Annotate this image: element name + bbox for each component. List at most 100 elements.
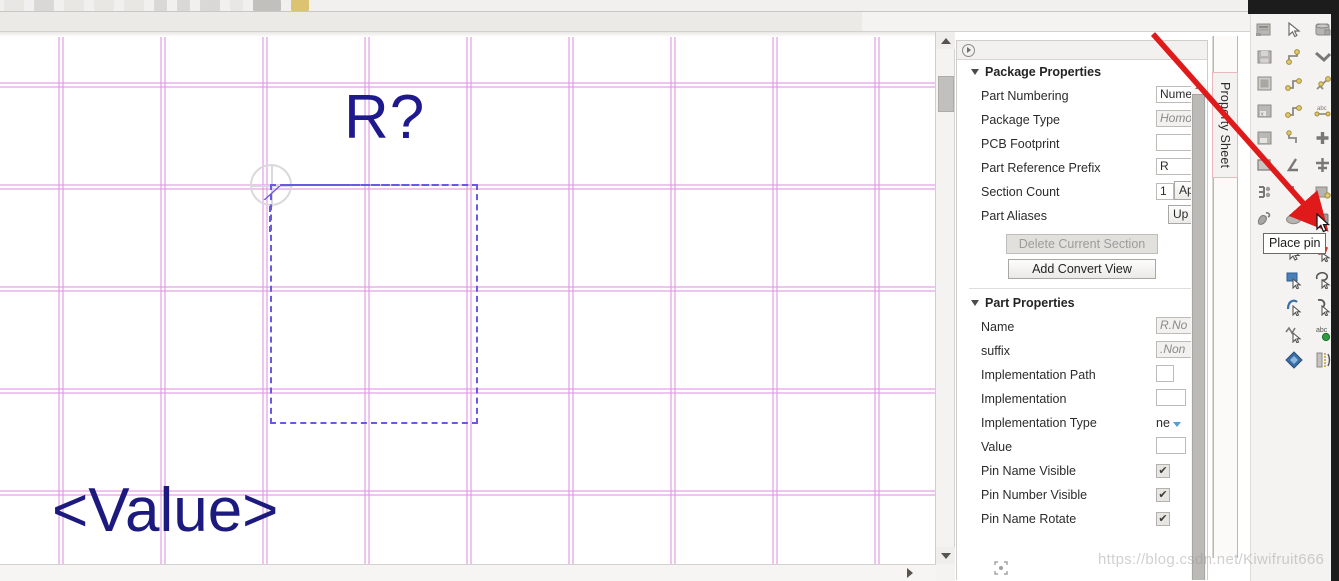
property-sheet-panel: Package Properties Part Numbering Nume P… <box>956 40 1208 580</box>
place-ellipse-outline-icon[interactable] <box>1250 205 1279 232</box>
place-hierarchical-block-icon[interactable] <box>1250 178 1279 205</box>
place-power-icon[interactable] <box>1279 97 1308 124</box>
top-toolbar <box>0 0 1339 12</box>
svg-text:abc: abc <box>1317 106 1327 112</box>
label-part-reference-prefix: Part Reference Prefix <box>981 161 1101 175</box>
label-implementation: Implementation <box>981 392 1067 406</box>
label-value: Value <box>981 440 1013 454</box>
delete-current-section-button[interactable]: Delete Current Section <box>1006 234 1158 254</box>
dropdown-implementation-type-value[interactable]: ne <box>1156 416 1170 430</box>
chevron-up-icon <box>1194 84 1203 89</box>
toolbar-icon-new[interactable] <box>4 0 24 11</box>
toolbar-icon-save[interactable] <box>64 0 84 11</box>
chevron-right-icon <box>906 568 913 578</box>
scroll-down-button[interactable] <box>936 547 955 564</box>
scrollbar-corner <box>936 564 955 581</box>
window-edge-top <box>1248 0 1339 14</box>
toolbar-icon-zoom-combo[interactable] <box>253 0 281 11</box>
vertical-scroll-thumb[interactable] <box>938 76 954 112</box>
rectangle-select-icon[interactable] <box>1279 265 1308 292</box>
toolbar-icon-redo[interactable] <box>230 0 243 11</box>
tab-property-sheet-label: Property Sheet <box>1218 81 1232 169</box>
tab-property-sheet[interactable]: Property Sheet <box>1212 72 1238 178</box>
checkbox-pin-number-visible[interactable]: ✔ <box>1156 488 1170 502</box>
top-toolbar-icons <box>4 0 309 11</box>
place-part-icon[interactable] <box>1250 16 1279 43</box>
property-row-section-count: Section Count 1 Ap <box>957 180 1207 204</box>
input-implementation-path[interactable] <box>1156 365 1174 382</box>
property-row-pin-name-visible: Pin Name Visible ✔ <box>957 459 1207 483</box>
input-implementation[interactable] <box>1156 389 1186 406</box>
label-name: Name <box>981 320 1015 334</box>
section-divider <box>969 288 1195 289</box>
add-convert-view-button[interactable]: Add Convert View <box>1008 259 1156 279</box>
part-body-outline[interactable] <box>270 184 478 424</box>
input-value[interactable] <box>1156 437 1186 454</box>
reference-designator-text[interactable]: R? <box>344 82 425 153</box>
record-play-icon[interactable] <box>962 43 975 57</box>
place-page-border-icon[interactable] <box>1250 70 1279 97</box>
place-hierarchical-port-icon[interactable] <box>1279 178 1308 205</box>
label-section-count: Section Count <box>981 185 1060 199</box>
scroll-right-button[interactable] <box>901 565 918 581</box>
place-bus-icon[interactable] <box>1279 70 1308 97</box>
property-row-part-numbering: Part Numbering Nume <box>957 84 1207 108</box>
place-line-icon[interactable] <box>1279 151 1308 178</box>
draw-toolbar-grid-secondary: abc <box>1250 238 1339 373</box>
update-part-aliases-button[interactable]: Up <box>1168 205 1194 224</box>
chevron-down-icon <box>971 69 979 75</box>
select-pointer-icon[interactable] <box>1279 16 1308 43</box>
window-right-edge <box>1331 0 1339 581</box>
schematic-canvas[interactable]: R? <Value> <box>0 32 936 564</box>
property-row-value: Value <box>957 435 1207 459</box>
place-rectangle-icon[interactable] <box>1250 151 1279 178</box>
canvas-vertical-scrollbar[interactable] <box>936 32 955 564</box>
place-bus-entry-icon[interactable]: x <box>1250 97 1279 124</box>
application-window: R? <Value> Package Properties Part Numbe… <box>0 0 1339 581</box>
panel-scroll-up-button[interactable] <box>1191 80 1206 93</box>
toolbar-icon-annotate[interactable] <box>291 0 309 11</box>
section-header-part[interactable]: Part Properties <box>957 291 1207 315</box>
panel-header <box>957 41 1207 60</box>
scroll-up-button[interactable] <box>936 32 955 49</box>
place-arc-icon[interactable] <box>1279 205 1308 232</box>
label-package-type: Package Type <box>981 113 1060 127</box>
label-implementation-type: Implementation Type <box>981 416 1097 430</box>
place-ground-icon[interactable] <box>1250 124 1279 151</box>
chevron-down-icon <box>940 552 951 559</box>
toolbar-icon-print[interactable] <box>94 0 114 11</box>
canvas-horizontal-scrollbar[interactable] <box>0 564 936 581</box>
property-row-implementation-type: Implementation Type ne <box>957 411 1207 435</box>
place-wire-icon[interactable] <box>1279 43 1308 70</box>
value-text[interactable]: <Value> <box>52 475 278 546</box>
checkbox-pin-name-rotate[interactable]: ✔ <box>1156 512 1170 526</box>
checkbox-pin-name-visible[interactable]: ✔ <box>1156 464 1170 478</box>
label-suffix: suffix <box>981 344 1010 358</box>
property-row-pin-number-visible: Pin Number Visible ✔ <box>957 483 1207 507</box>
chevron-down-icon[interactable] <box>1172 422 1181 427</box>
toolbar-icon-copy[interactable] <box>154 0 167 11</box>
toolbar-icon-open[interactable] <box>34 0 54 11</box>
arc-select-icon[interactable] <box>1279 292 1308 319</box>
property-row-package-type: Package Type Homo <box>957 108 1207 132</box>
chevron-up-icon <box>940 37 951 44</box>
place-offpage-connector-icon[interactable] <box>1279 124 1308 151</box>
save-icon[interactable] <box>1250 43 1279 70</box>
place-diamond-icon[interactable] <box>1279 346 1308 373</box>
panel-vertical-scrollbar[interactable] <box>1191 80 1206 580</box>
toolbar-icon-paste[interactable] <box>177 0 190 11</box>
section-header-package[interactable]: Package Properties <box>957 60 1207 84</box>
property-row-part-reference-prefix: Part Reference Prefix R <box>957 156 1207 180</box>
panel-body[interactable]: Package Properties Part Numbering Nume P… <box>957 60 1207 580</box>
crosshair-target-icon[interactable] <box>993 560 1009 576</box>
label-pin-number-visible: Pin Number Visible <box>981 488 1088 502</box>
toolbar-icon-cut[interactable] <box>124 0 144 11</box>
toolbar-icon-undo[interactable] <box>200 0 220 11</box>
section-title-package: Package Properties <box>985 65 1102 79</box>
input-section-count[interactable]: 1 <box>1156 183 1174 200</box>
part-body-outline-top <box>286 184 478 186</box>
panel-scroll-thumb[interactable] <box>1192 94 1205 580</box>
chevron-down-icon <box>971 300 979 306</box>
section-title-part: Part Properties <box>985 296 1075 310</box>
zigzag-select-icon[interactable] <box>1279 319 1308 346</box>
